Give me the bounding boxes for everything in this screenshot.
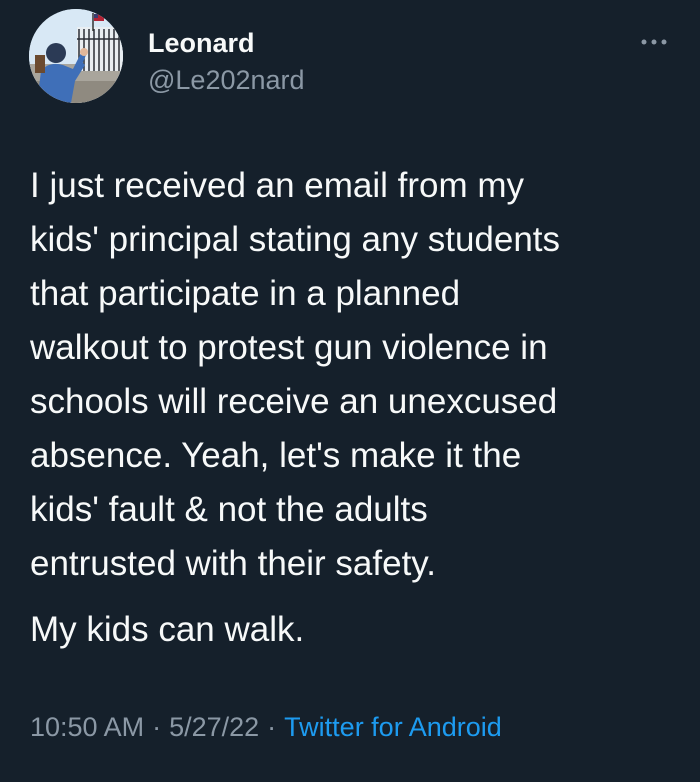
tweet-text-line: I just received an email from my	[30, 166, 525, 205]
author-display-name[interactable]: Leonard	[148, 27, 255, 59]
tweet-source-link[interactable]: Twitter for Android	[284, 712, 502, 742]
tweet-text-line: that participate in a planned	[30, 274, 461, 313]
tweet-text-line: kids' fault & not the adults	[30, 490, 428, 529]
profile-photo-icon[interactable]	[29, 9, 123, 103]
more-options-icon[interactable]	[636, 32, 672, 52]
tweet-text-line: entrusted with their safety.	[30, 544, 436, 583]
tweet-text-line: schools will receive an unexcused	[30, 382, 558, 421]
tweet-text-paragraph: My kids can walk.	[30, 610, 305, 649]
tweet-text: I just received an email from my kids' p…	[30, 159, 682, 657]
tweet-text-line: kids' principal stating any students	[30, 220, 561, 259]
meta-separator: ·	[152, 712, 162, 742]
author-handle[interactable]: @Le202nard	[148, 64, 305, 96]
tweet-time[interactable]: 10:50 AM	[30, 712, 144, 742]
tweet-date[interactable]: 5/27/22	[169, 712, 259, 742]
tweet-card: Leonard @Le202nard I just received an em…	[0, 0, 700, 782]
tweet-meta: 10:50 AM · 5/27/22 · Twitter for Android	[30, 710, 502, 744]
meta-separator: ·	[267, 712, 277, 742]
tweet-text-line: walkout to protest gun violence in	[30, 328, 548, 367]
tweet-text-line: absence. Yeah, let's make it the	[30, 436, 522, 475]
